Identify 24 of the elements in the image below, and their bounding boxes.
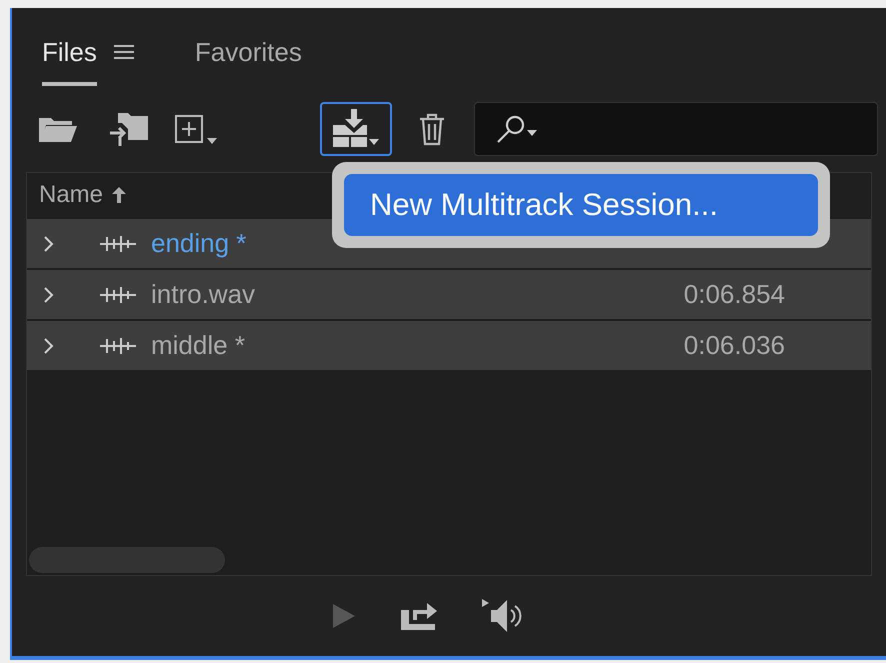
- chevron-right-icon[interactable]: [43, 336, 55, 354]
- file-name: ending *: [151, 227, 246, 260]
- menu-icon[interactable]: [112, 44, 135, 60]
- file-duration: 0:06.854: [684, 278, 785, 311]
- chevron-right-icon[interactable]: [43, 234, 55, 252]
- trash-icon[interactable]: [418, 112, 446, 146]
- insert-button[interactable]: [320, 102, 392, 156]
- waveform-icon: [99, 234, 137, 254]
- file-row[interactable]: middle * 0:06.036: [27, 321, 871, 370]
- file-row[interactable]: intro.wav 0:06.854: [27, 270, 871, 319]
- waveform-icon: [99, 336, 137, 356]
- sort-up-icon: [111, 186, 128, 204]
- panel-tab[interactable]: Files: [42, 33, 97, 86]
- export-icon[interactable]: [399, 600, 439, 632]
- waveform-icon: [99, 284, 137, 304]
- menu-item[interactable]: New Multitrack Session...: [344, 174, 818, 236]
- file-name: middle *: [151, 329, 245, 362]
- file-duration: 0:06.036: [684, 329, 785, 362]
- column-header[interactable]: Name: [39, 177, 104, 213]
- file-name: intro.wav: [151, 278, 256, 311]
- search-field[interactable]: [474, 102, 878, 156]
- chevron-right-icon[interactable]: [43, 286, 55, 304]
- panel-tab[interactable]: Favorites: [194, 33, 302, 86]
- download-to-tray-icon: [331, 109, 381, 149]
